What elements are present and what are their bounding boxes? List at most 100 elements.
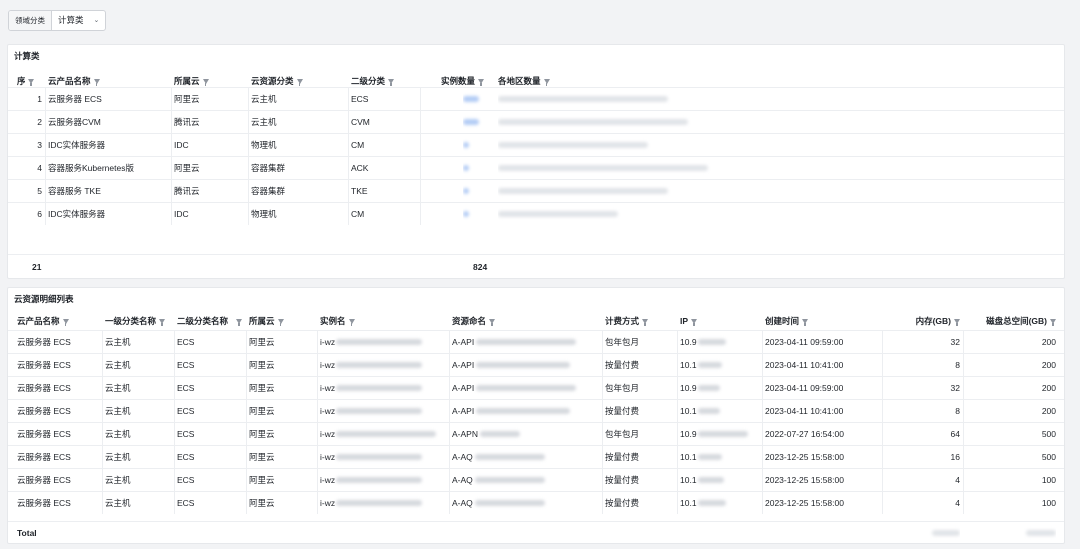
- table-row[interactable]: 云服务器 ECS 云主机 ECS 阿里云 i-wz A-API 按量付费 10.1 2023-0…: [8, 353, 1064, 376]
- filter-icon[interactable]: [28, 79, 34, 86]
- row-cloud: IDC: [174, 140, 189, 150]
- row-ip: 10.1: [680, 469, 762, 491]
- header-resource[interactable]: 资源命名: [452, 310, 602, 332]
- row-memory: 4: [955, 498, 960, 508]
- row-subcategory: CM: [351, 209, 365, 219]
- total-row-count: 21: [32, 261, 42, 272]
- filter-icon[interactable]: [202, 79, 209, 86]
- table-row[interactable]: 2 云服务器CVM 腾讯云 云主机 CVM: [8, 110, 1064, 133]
- header-instance[interactable]: 实例名: [320, 310, 440, 332]
- compute-total-row: 21 824: [8, 254, 1064, 278]
- row-billing: 按量付费: [605, 498, 640, 508]
- resource-detail-card: 云资源明细列表 云产品名称 一级分类名称 二级分类名称 所属云 实例名 资源命名…: [7, 287, 1065, 544]
- row-regions-redacted: [498, 157, 828, 179]
- table-row[interactable]: 5 容器服务 TKE 腾讯云 容器集群 TKE: [8, 179, 1064, 202]
- table-row[interactable]: 1 云服务器 ECS 阿里云 云主机 ECS: [8, 87, 1064, 110]
- row-disk: 200: [1041, 406, 1056, 416]
- row-product: 云服务器 ECS: [17, 383, 71, 393]
- header-cloud[interactable]: 所属云: [249, 310, 319, 332]
- row-product: 云服务器 ECS: [17, 475, 71, 485]
- row-level2: ECS: [177, 452, 195, 462]
- filter-select[interactable]: 计算类 ⌄: [52, 11, 105, 30]
- filter-icon[interactable]: [642, 319, 649, 326]
- table-row[interactable]: 云服务器 ECS 云主机 ECS 阿里云 i-wz A-AQ 按量付费 10.1 2023-12…: [8, 445, 1064, 468]
- row-memory: 16: [950, 452, 960, 462]
- row-memory: 8: [955, 406, 960, 416]
- row-level2: ECS: [177, 360, 195, 370]
- row-resource: A-API: [452, 331, 602, 353]
- row-level2: ECS: [177, 383, 195, 393]
- row-subcategory: TKE: [351, 186, 368, 196]
- row-created: 2022-07-27 16:54:00: [765, 429, 844, 439]
- row-regions-redacted: [498, 203, 828, 225]
- row-cloud: 阿里云: [174, 94, 200, 104]
- table-row[interactable]: 云服务器 ECS 云主机 ECS 阿里云 i-wz A-APN 包年包月 10.9 2022-0…: [8, 422, 1064, 445]
- row-count-redacted: [463, 157, 493, 179]
- row-ip: 10.1: [680, 400, 762, 422]
- header-ip[interactable]: IP: [680, 310, 760, 332]
- row-level2: ECS: [177, 406, 195, 416]
- row-disk: 200: [1041, 337, 1056, 347]
- row-disk: 100: [1041, 475, 1056, 485]
- row-created: 2023-12-25 15:58:00: [765, 475, 844, 485]
- row-ip: 10.1: [680, 492, 762, 514]
- header-memory[interactable]: 内存(GB): [888, 310, 960, 332]
- row-cloud: 阿里云: [249, 475, 275, 485]
- row-cloud: 阿里云: [249, 337, 275, 347]
- row-product: 容器服务Kubernetes版: [48, 163, 134, 173]
- row-cloud: 阿里云: [249, 429, 275, 439]
- header-disk[interactable]: 磁盘总空间(GB): [963, 310, 1056, 332]
- filter-icon[interactable]: [478, 79, 485, 86]
- row-level1: 云主机: [105, 337, 131, 347]
- header-created[interactable]: 创建时间: [765, 310, 875, 332]
- header-billing[interactable]: 计费方式: [605, 310, 675, 332]
- filter-icon[interactable]: [802, 319, 809, 326]
- filter-icon[interactable]: [277, 319, 284, 326]
- filter-icon[interactable]: [159, 319, 166, 326]
- row-product: 云服务器 ECS: [17, 406, 71, 416]
- table-row[interactable]: 云服务器 ECS 云主机 ECS 阿里云 i-wz A-API 按量付费 10.1 2023-0…: [8, 399, 1064, 422]
- table-row[interactable]: 6 IDC实体服务器 IDC 物理机 CM: [8, 202, 1064, 225]
- header-product[interactable]: 云产品名称: [17, 310, 102, 332]
- table-row[interactable]: 云服务器 ECS 云主机 ECS 阿里云 i-wz A-AQ 按量付费 10.1 2023-12…: [8, 468, 1064, 491]
- table-row[interactable]: 云服务器 ECS 云主机 ECS 阿里云 i-wz A-AQ 按量付费 10.1 2023-12…: [8, 491, 1064, 514]
- table-row[interactable]: 4 容器服务Kubernetes版 阿里云 容器集群 ACK: [8, 156, 1064, 179]
- row-category: 容器集群: [251, 186, 286, 196]
- filter-icon[interactable]: [954, 319, 960, 326]
- row-seq: 2: [37, 117, 42, 127]
- filter-icon[interactable]: [296, 79, 303, 86]
- row-ip: 10.9: [680, 377, 762, 399]
- row-regions-redacted: [498, 88, 828, 110]
- row-category: 物理机: [251, 140, 277, 150]
- filter-icon[interactable]: [489, 319, 496, 326]
- row-count-redacted: [463, 180, 493, 202]
- row-category: 容器集群: [251, 163, 286, 173]
- table-row[interactable]: 3 IDC实体服务器 IDC 物理机 CM: [8, 133, 1064, 156]
- filter-icon[interactable]: [236, 319, 242, 326]
- total-disk-redacted: [963, 522, 1056, 543]
- domain-filter[interactable]: 领域分类 计算类 ⌄: [8, 10, 107, 31]
- row-cloud: 阿里云: [249, 406, 275, 416]
- filter-icon[interactable]: [348, 319, 355, 326]
- row-resource: A-APN: [452, 423, 602, 445]
- row-instance: i-wz: [320, 354, 450, 376]
- row-cloud: IDC: [174, 209, 189, 219]
- row-category: 物理机: [251, 209, 277, 219]
- row-level1: 云主机: [105, 383, 131, 393]
- filter-icon[interactable]: [62, 319, 69, 326]
- compute-card-title: 计算类: [14, 51, 40, 61]
- row-level2: ECS: [177, 498, 195, 508]
- filter-icon[interactable]: [543, 79, 550, 86]
- header-level1[interactable]: 一级分类名称: [105, 310, 177, 332]
- row-count-redacted: [463, 203, 493, 225]
- table-row[interactable]: 云服务器 ECS 云主机 ECS 阿里云 i-wz A-API 包年包月 10.9 2023-0…: [8, 330, 1064, 353]
- row-seq: 6: [37, 209, 42, 219]
- filter-icon[interactable]: [691, 319, 698, 326]
- row-created: 2023-04-11 10:41:00: [765, 406, 844, 416]
- table-row[interactable]: 云服务器 ECS 云主机 ECS 阿里云 i-wz A-API 包年包月 10.9 2023-0…: [8, 376, 1064, 399]
- filter-icon[interactable]: [388, 79, 395, 86]
- header-level2[interactable]: 二级分类名称: [177, 310, 249, 332]
- filter-icon[interactable]: [1050, 319, 1056, 326]
- row-level1: 云主机: [105, 406, 131, 416]
- filter-icon[interactable]: [93, 79, 100, 86]
